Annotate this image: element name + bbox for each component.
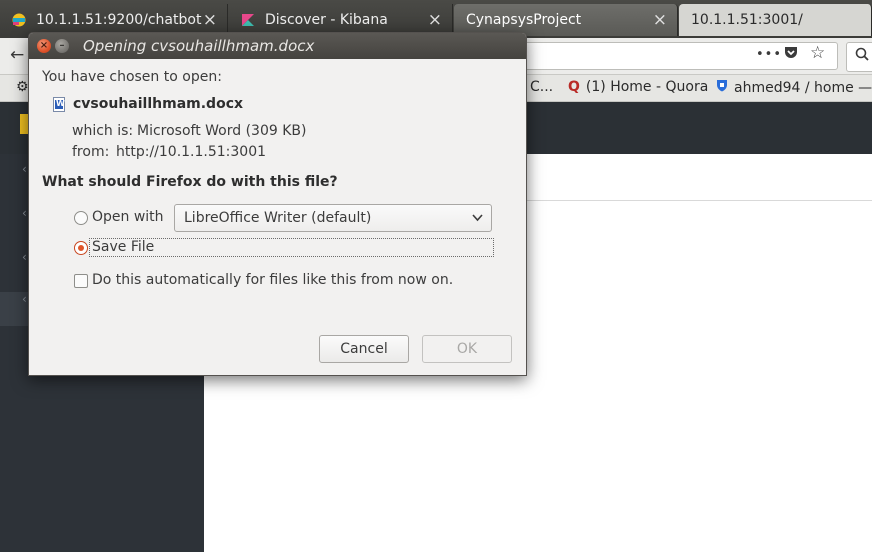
bookmark-c[interactable]: C... <box>530 79 553 95</box>
save-file-label[interactable]: Save File <box>92 239 154 255</box>
word-document-icon: W <box>53 97 65 112</box>
close-icon[interactable]: × <box>37 39 51 53</box>
auto-action-checkbox[interactable] <box>74 274 88 288</box>
sidebar-item[interactable]: ‹ <box>0 162 28 196</box>
dialog-titlebar: × – Opening cvsouhaillhmam.docx <box>29 33 526 59</box>
elastic-icon <box>12 13 26 27</box>
intro-text: You have chosen to open: <box>42 69 222 85</box>
tab-label: Discover - Kibana <box>265 12 388 28</box>
bookmark-label: ahmed94 / home — <box>734 79 872 96</box>
bookmark-ahmed94[interactable]: ahmed94 / home — <box>716 79 872 96</box>
open-with-radio[interactable] <box>74 211 88 225</box>
auto-action-label[interactable]: Do this automatically for files like thi… <box>92 272 453 288</box>
application-select-value: LibreOffice Writer (default) <box>184 210 372 226</box>
quora-icon: Q <box>568 79 580 95</box>
file-name: cvsouhaillhmam.docx <box>73 96 244 112</box>
bookmark-quora[interactable]: Q (1) Home - Quora <box>568 79 708 95</box>
action-question: What should Firefox do with this file? <box>42 174 338 190</box>
tab-label: 10.1.1.51:3001/ <box>691 12 803 28</box>
cancel-button[interactable]: Cancel <box>319 335 409 363</box>
tab-label: CynapsysProject <box>466 12 582 28</box>
sidebar-item[interactable]: ‹ <box>0 250 28 284</box>
open-with-label[interactable]: Open with <box>92 209 164 225</box>
bookmark-label: C... <box>530 79 554 95</box>
file-source-label: from: <box>72 144 110 160</box>
kibana-icon <box>241 13 255 27</box>
file-type-label: which is: <box>72 123 134 139</box>
save-file-radio[interactable] <box>74 241 88 255</box>
minimize-icon[interactable]: – <box>55 39 69 53</box>
tab-close-button[interactable]: × <box>428 10 442 30</box>
sidebar-item-active[interactable]: ‹ <box>0 292 28 326</box>
sidebar-item[interactable]: ‹ <box>0 206 28 240</box>
shield-icon <box>716 79 728 96</box>
ok-button[interactable]: OK <box>422 335 512 363</box>
back-arrow-icon[interactable]: ← <box>10 45 24 65</box>
tab-localhost-3001[interactable]: 10.1.1.51:3001/ <box>679 4 872 36</box>
page-actions-button[interactable]: ••• <box>756 47 782 62</box>
dialog-title: Opening cvsouhaillhmam.docx <box>83 37 315 55</box>
search-icon[interactable] <box>846 42 872 72</box>
application-select[interactable]: LibreOffice Writer (default) <box>174 204 492 232</box>
star-icon[interactable]: ☆ <box>810 43 825 63</box>
tab-close-button[interactable]: × <box>203 10 217 30</box>
tab-label: 10.1.1.51:9200/chatbot <box>36 12 202 28</box>
settings-icon[interactable]: ⚙ <box>16 79 29 95</box>
pocket-icon[interactable] <box>783 44 799 65</box>
file-source-value: http://10.1.1.51:3001 <box>116 144 267 160</box>
file-type-value: Microsoft Word (309 KB) <box>137 123 307 139</box>
download-dialog: × – Opening cvsouhaillhmam.docx You have… <box>28 32 527 376</box>
chevron-down-icon <box>472 205 483 240</box>
tab-close-button[interactable]: × <box>653 10 667 30</box>
bookmark-label: (1) Home - Quora <box>585 79 709 95</box>
